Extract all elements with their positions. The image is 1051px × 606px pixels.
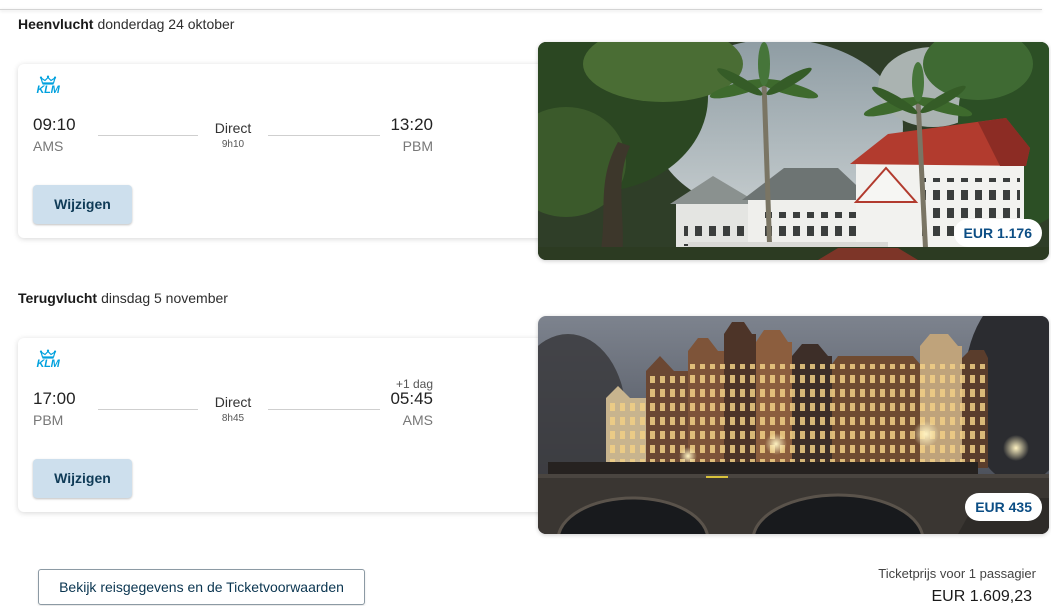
return-date: dinsdag 5 november: [101, 290, 228, 306]
palm-frond: [758, 42, 770, 86]
total-price: EUR 1.609,23: [931, 588, 1032, 605]
flight-duration: 9h10: [221, 139, 245, 150]
crown-outline: [39, 350, 57, 358]
return-destination-photo: EUR 435: [538, 316, 1049, 534]
parked-bicycles: [548, 462, 978, 474]
departure-airport: AMS: [33, 138, 64, 154]
lit-windows: [690, 364, 986, 402]
crown-dot: [53, 76, 57, 79]
palm-frond: [912, 62, 924, 102]
return-label: Terugvlucht: [18, 290, 98, 306]
stops-label: Direct: [214, 394, 252, 410]
return-flight-card: KLM +1 dag 17:00 PBM Direct 8h45 05:45 A…: [18, 338, 558, 512]
klm-logo: KLM: [34, 349, 62, 370]
route-line-right: [268, 409, 380, 410]
outbound-destination-photo: EUR 1.176: [538, 42, 1049, 260]
lit-windows: [648, 376, 688, 402]
klm-logo-text: KLM: [36, 84, 60, 96]
crown-dot: [46, 349, 50, 352]
arrival-airport: PBM: [402, 138, 433, 154]
house-windows: [762, 212, 860, 246]
outbound-date: donderdag 24 oktober: [97, 16, 235, 32]
street-lamp-glow: [913, 421, 939, 447]
outbound-section-label: Heenvlucht donderdag 24 oktober: [18, 16, 234, 33]
klm-logo: KLM: [34, 75, 62, 96]
route-line-right: [268, 135, 380, 136]
outbound-label: Heenvlucht: [18, 16, 94, 32]
arrival-time: 13:20: [390, 115, 433, 134]
crown-dot: [39, 350, 43, 353]
route-line-left: [98, 409, 198, 410]
ticket-price-label: Ticketprijs voor 1 passagier: [878, 566, 1036, 581]
change-return-button[interactable]: Wijzigen: [33, 459, 132, 498]
departure-time: 09:10: [33, 115, 76, 134]
outbound-flight-card: KLM 09:10 AMS Direct 9h10 13:20 PBM Wijz…: [18, 64, 558, 238]
crown-dot: [53, 350, 57, 353]
route-line-left: [98, 135, 198, 136]
bridge-railing: [538, 474, 1049, 478]
flight-duration: 8h45: [221, 413, 245, 424]
view-travel-details-button[interactable]: Bekijk reisgegevens en de Ticketvoorwaar…: [38, 569, 365, 605]
departure-time: 17:00: [33, 389, 76, 408]
crown-dot: [46, 75, 50, 78]
departure-airport: PBM: [33, 412, 64, 428]
outbound-price-badge: EUR 1.176: [953, 219, 1042, 247]
stops-label: Direct: [214, 120, 252, 136]
klm-logo-text: KLM: [36, 358, 60, 370]
arrival-time: 05:45: [390, 389, 433, 408]
change-outbound-button[interactable]: Wijzigen: [33, 185, 132, 224]
street-lamp-glow: [1003, 435, 1029, 461]
header-divider: [0, 9, 1042, 10]
lawn: [538, 247, 1049, 260]
house-windows: [684, 218, 746, 246]
return-section-label: Terugvlucht dinsdag 5 november: [18, 290, 228, 307]
arrival-airport: AMS: [402, 412, 433, 428]
crown-outline: [39, 76, 57, 84]
street-lamp-glow: [765, 433, 787, 455]
return-price-badge: EUR 435: [965, 493, 1042, 521]
crown-dot: [39, 76, 43, 79]
